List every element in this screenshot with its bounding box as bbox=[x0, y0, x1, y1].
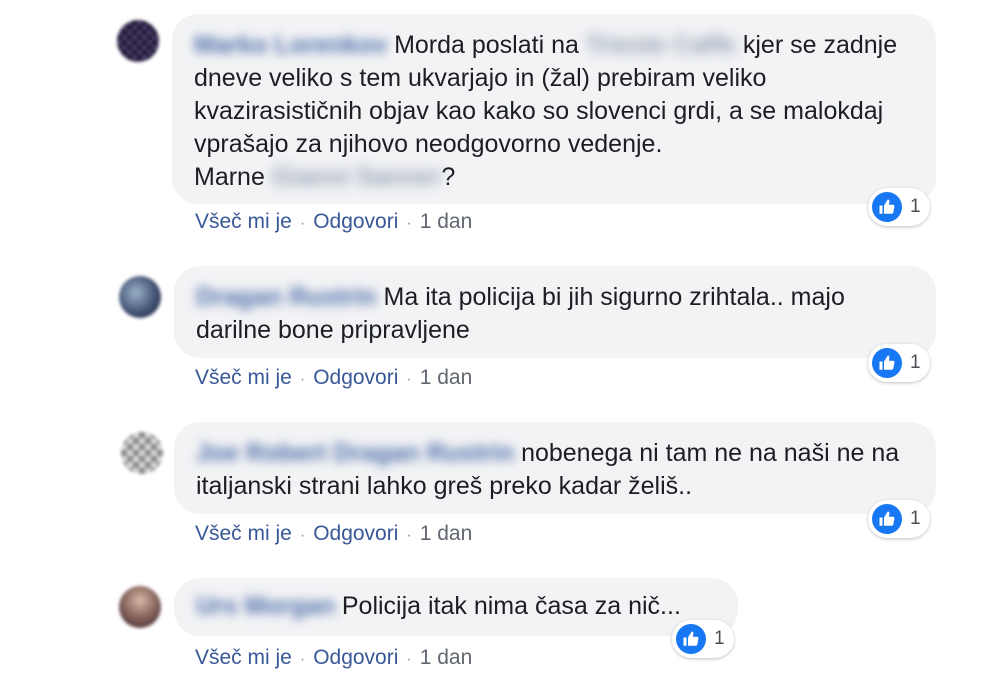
reply-link[interactable]: Odgovori bbox=[313, 646, 398, 669]
timestamp[interactable]: 1 dan bbox=[420, 646, 473, 669]
reaction-count: 1 bbox=[910, 352, 921, 373]
author-name[interactable]: Marko Lorenkov bbox=[194, 29, 387, 62]
timestamp[interactable]: 1 dan bbox=[420, 210, 473, 233]
like-link[interactable]: Všeč mi je bbox=[195, 366, 292, 389]
comment-bubble: Dragan Rustrin Ma ita policija bi jih si… bbox=[174, 266, 936, 358]
reaction-count: 1 bbox=[714, 628, 725, 649]
reaction-badge[interactable]: 1 bbox=[868, 344, 930, 382]
comment-actions: Všeč mi je · Odgovori · 1 dan bbox=[195, 366, 472, 390]
comment-text: ? bbox=[441, 163, 456, 191]
separator: · bbox=[406, 527, 412, 544]
reaction-badge[interactable]: 1 bbox=[868, 500, 930, 538]
avatar[interactable] bbox=[119, 586, 161, 628]
separator: · bbox=[406, 215, 412, 232]
thumbs-up-icon bbox=[872, 504, 902, 534]
comment-bubble: Marko Lorenkov Morda poslati na Trieste … bbox=[172, 14, 936, 204]
separator: · bbox=[406, 371, 412, 388]
comment-text: Morda poslati na bbox=[394, 31, 579, 59]
separator: · bbox=[406, 651, 412, 668]
like-link[interactable]: Všeč mi je bbox=[195, 646, 292, 669]
separator: · bbox=[299, 215, 306, 232]
avatar[interactable] bbox=[119, 276, 161, 318]
comment-bubble: Joe Robert Dragan Rustrin nobenega ni ta… bbox=[174, 422, 936, 514]
reaction-badge[interactable]: 1 bbox=[672, 620, 734, 658]
reaction-count: 1 bbox=[910, 508, 921, 529]
avatar[interactable] bbox=[117, 20, 159, 62]
thumbs-up-icon bbox=[872, 348, 902, 378]
separator: · bbox=[299, 527, 306, 544]
author-name[interactable]: Urs Morgan bbox=[196, 590, 335, 623]
like-link[interactable]: Všeč mi je bbox=[195, 210, 292, 233]
mention[interactable]: Gianni Sanner bbox=[272, 161, 441, 194]
reaction-badge[interactable]: 1 bbox=[868, 188, 930, 226]
separator: · bbox=[299, 371, 306, 388]
comment-actions: Všeč mi je · Odgovori · 1 dan bbox=[195, 210, 472, 234]
thumbs-up-icon bbox=[872, 192, 902, 222]
thumbs-up-icon bbox=[676, 624, 706, 654]
separator: · bbox=[299, 651, 306, 668]
comment-text: Policija itak nima časa za nič... bbox=[341, 592, 681, 620]
reply-link[interactable]: Odgovori bbox=[313, 522, 398, 545]
avatar[interactable] bbox=[121, 432, 163, 474]
author-name[interactable]: Dragan Rustrin bbox=[196, 281, 377, 314]
author-name[interactable]: Joe Robert Dragan Rustrin bbox=[196, 437, 514, 470]
reply-link[interactable]: Odgovori bbox=[313, 210, 398, 233]
like-link[interactable]: Všeč mi je bbox=[195, 522, 292, 545]
reaction-count: 1 bbox=[910, 196, 921, 217]
mention[interactable]: Trieste Caffe bbox=[586, 29, 736, 62]
timestamp[interactable]: 1 dan bbox=[420, 522, 473, 545]
reply-link[interactable]: Odgovori bbox=[313, 366, 398, 389]
comment-bubble: Urs Morgan Policija itak nima časa za ni… bbox=[174, 578, 738, 636]
comment-actions: Všeč mi je · Odgovori · 1 dan bbox=[195, 522, 472, 546]
timestamp[interactable]: 1 dan bbox=[420, 366, 473, 389]
comment-text: Marne bbox=[194, 163, 265, 191]
comment-actions: Všeč mi je · Odgovori · 1 dan bbox=[195, 646, 472, 670]
